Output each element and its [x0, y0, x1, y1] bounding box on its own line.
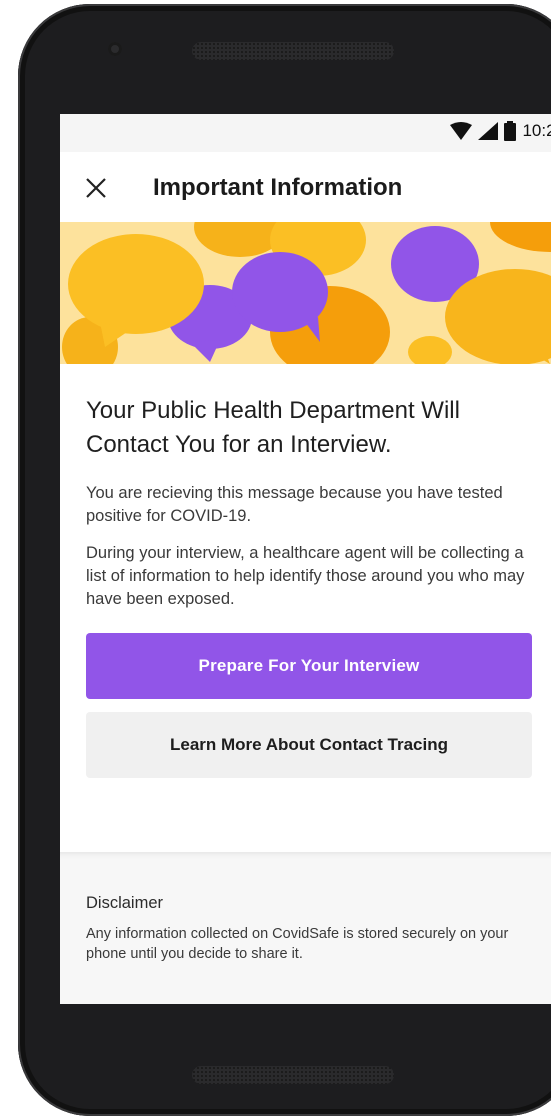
- speech-bubbles-illustration: [60, 222, 551, 364]
- bottom-speaker: [192, 1066, 394, 1084]
- disclaimer-text: Any information collected on CovidSafe i…: [86, 926, 509, 962]
- top-speaker: [192, 42, 394, 60]
- battery-icon: [504, 121, 517, 141]
- status-icons: 10:28: [450, 121, 551, 141]
- phone-frame: 10:28 Important Information: [18, 4, 551, 1116]
- screen: 10:28 Important Information: [60, 114, 551, 1004]
- headline: Your Public Health Department Will Conta…: [86, 397, 460, 458]
- main-content: Your Public Health Department Will Conta…: [60, 394, 551, 778]
- wifi-icon: [450, 122, 473, 140]
- disclaimer-title: Disclaimer: [86, 894, 164, 912]
- body-paragraph-1: You are recieving this message because y…: [86, 484, 503, 525]
- cell-signal-icon: [478, 122, 499, 140]
- page-title: Important Information: [153, 174, 403, 201]
- app-bar: Important Information: [60, 152, 551, 222]
- disclaimer-section: Disclaimer Any information collected on …: [60, 852, 551, 1004]
- status-bar: 10:28: [60, 114, 551, 152]
- front-camera: [108, 42, 122, 56]
- body-paragraph-2: During your interview, a healthcare agen…: [86, 544, 525, 608]
- close-icon: [86, 178, 106, 198]
- banner-illustration: [60, 222, 551, 364]
- prepare-interview-button[interactable]: Prepare For Your Interview: [86, 633, 532, 699]
- learn-more-button[interactable]: Learn More About Contact Tracing: [86, 712, 532, 778]
- close-button[interactable]: [82, 174, 110, 202]
- status-time: 10:28: [522, 121, 551, 140]
